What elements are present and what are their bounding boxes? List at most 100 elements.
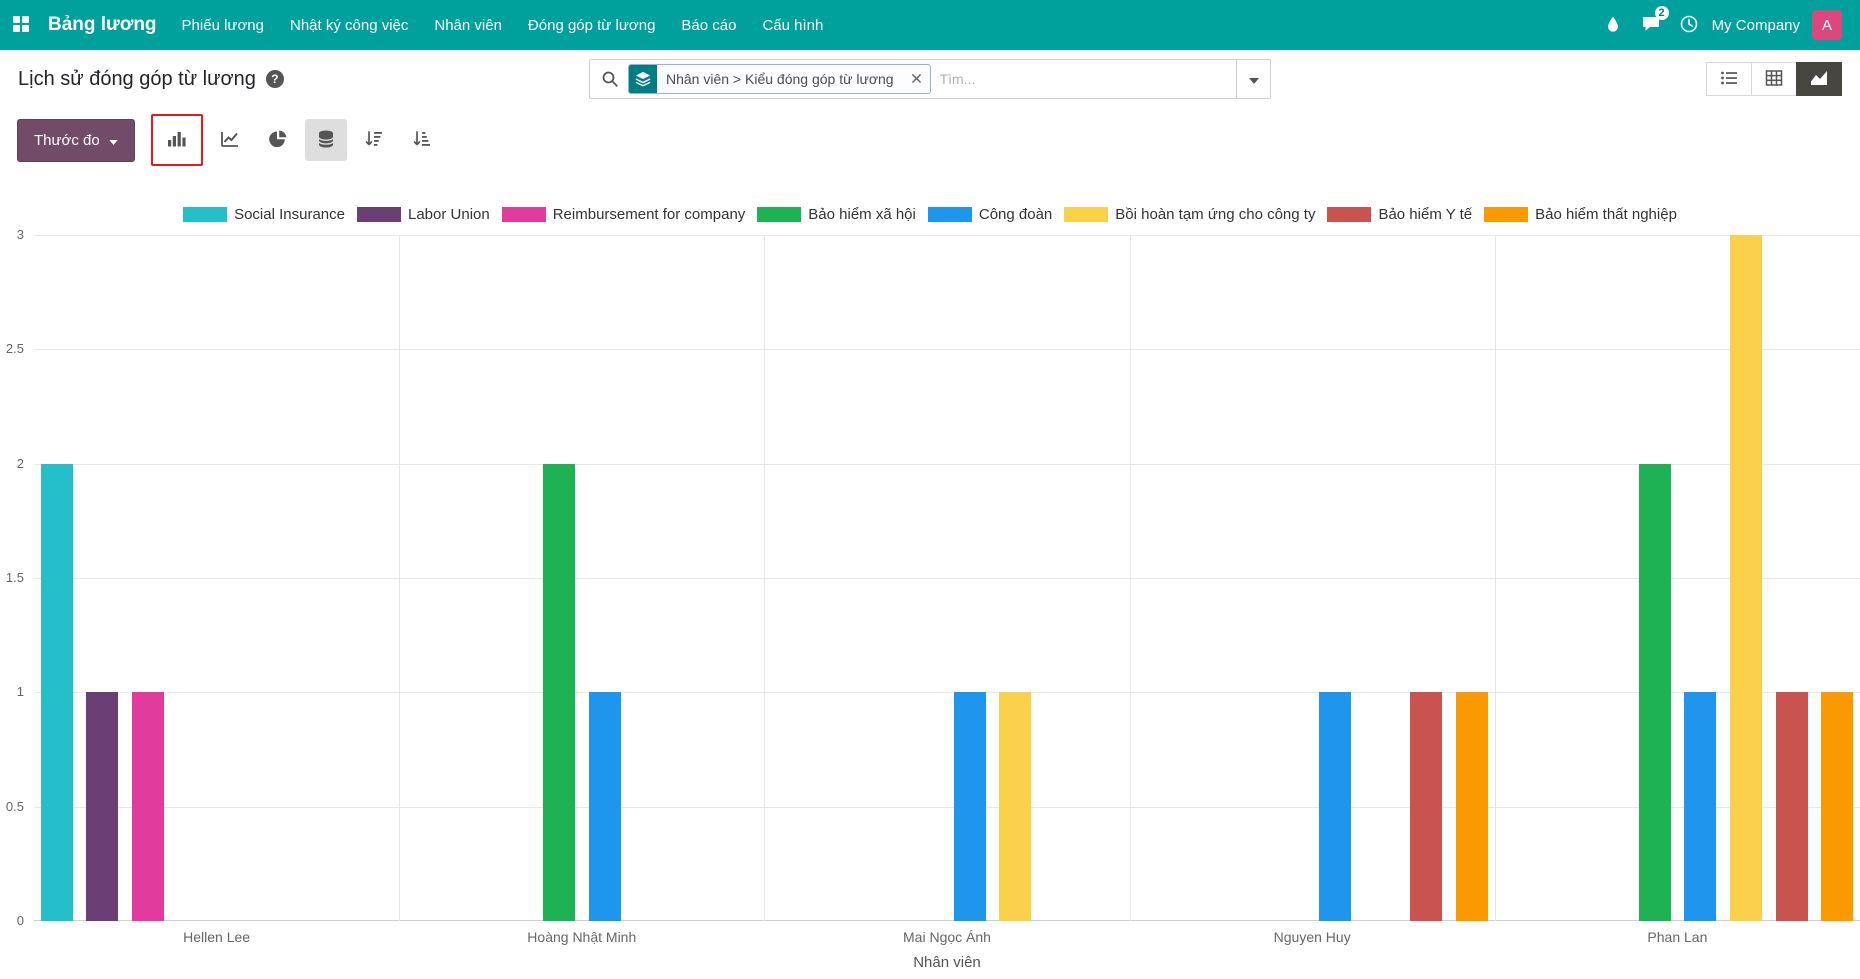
search-icon <box>590 70 628 88</box>
gridline-vertical <box>399 235 400 921</box>
bar-chart-icon <box>167 129 187 152</box>
facet-label: Nhân viên > Kiểu đóng góp từ lương <box>657 65 903 93</box>
legend-swatch <box>757 207 801 222</box>
top-navbar: Bảng lương Phiếu lươngNhật ký công việcN… <box>0 0 1860 50</box>
help-icon[interactable]: ? <box>266 70 284 88</box>
y-tick-label: 2.5 <box>6 341 24 356</box>
legend-item-bảo-hiểm-xã-hội[interactable]: Bảo hiểm xã hội <box>757 206 916 223</box>
legend-item-labor-union[interactable]: Labor Union <box>357 206 490 223</box>
bar-bảo-hiểm-xã-hội-hoàng-nhật-minh[interactable] <box>543 464 575 921</box>
gridline-horizontal <box>34 920 1860 921</box>
bar-công-đoàn-nguyen-huy[interactable] <box>1319 692 1351 921</box>
legend-item-bảo-hiểm-thất-nghiệp[interactable]: Bảo hiểm thất nghiệp <box>1484 206 1677 223</box>
messages-button[interactable]: 2 <box>1632 0 1670 50</box>
bar-labor-union-hellen-lee[interactable] <box>86 692 118 921</box>
graph-toolbar: Thước đo <box>0 108 1860 178</box>
menu-item-báo-cáo[interactable]: Báo cáo <box>668 0 749 50</box>
bar-bảo-hiểm-thất-nghiệp-phan-lan[interactable] <box>1821 692 1853 921</box>
view-switcher <box>1707 62 1842 96</box>
caret-down-icon <box>109 132 118 149</box>
user-avatar[interactable]: A <box>1812 10 1842 40</box>
measures-button-label: Thước đo <box>34 132 100 149</box>
y-tick-label: 1 <box>17 684 24 699</box>
menu-item-đóng-góp-từ-lương[interactable]: Đóng góp từ lương <box>515 0 669 50</box>
pie-chart-icon <box>268 129 288 152</box>
bar-bồi-hoàn-tạm-ứng-cho-công-ty-phan-lan[interactable] <box>1730 235 1762 921</box>
bar-reimbursement-for-company-hellen-lee[interactable] <box>132 692 164 921</box>
droplet-icon <box>1604 14 1622 37</box>
facet-remove-button[interactable] <box>903 65 930 93</box>
page-title: Lịch sử đóng góp từ lương <box>18 68 256 91</box>
bar-công-đoàn-phan-lan[interactable] <box>1684 692 1716 921</box>
legend-swatch <box>1484 207 1528 222</box>
x-category-label: Nguyen Huy <box>1130 929 1495 945</box>
caret-down-icon <box>1249 72 1259 87</box>
close-icon <box>911 72 922 87</box>
search-input[interactable] <box>940 71 1236 87</box>
plot-outer: 00.511.522.53 Hellen LeeHoàng Nhật MinhM… <box>0 235 1860 971</box>
y-tick-label: 3 <box>17 227 24 242</box>
bar-bảo-hiểm-y-tế-phan-lan[interactable] <box>1776 692 1808 921</box>
app-name[interactable]: Bảng lương <box>48 14 157 36</box>
search-bar: Nhân viên > Kiểu đóng góp từ lương <box>589 59 1271 99</box>
y-axis: 00.511.522.53 <box>0 235 26 921</box>
nav-menu: Phiếu lươngNhật ký công việcNhân viênĐón… <box>169 0 837 50</box>
bar-công-đoàn-hoàng-nhật-minh[interactable] <box>589 692 621 921</box>
menu-item-phiếu-lương[interactable]: Phiếu lương <box>169 0 277 50</box>
legend-label: Social Insurance <box>234 206 345 223</box>
pivot-view-icon <box>1764 68 1784 91</box>
gridline-vertical <box>1495 235 1496 921</box>
pivot-view-button[interactable] <box>1751 62 1797 96</box>
bar-bảo-hiểm-xã-hội-phan-lan[interactable] <box>1639 464 1671 921</box>
activities-button[interactable] <box>1670 0 1708 50</box>
legend-swatch <box>357 207 401 222</box>
legend-label: Bảo hiểm xã hội <box>808 206 916 223</box>
x-category-label: Hellen Lee <box>34 929 399 945</box>
bar-chart-button[interactable] <box>156 119 198 161</box>
sort-asc-button[interactable] <box>401 119 443 161</box>
search-facet: Nhân viên > Kiểu đóng góp từ lương <box>628 64 931 94</box>
bar-social-insurance-hellen-lee[interactable] <box>41 464 73 921</box>
sort-desc-button[interactable] <box>353 119 395 161</box>
annotation-highlight <box>151 114 203 166</box>
line-chart-button[interactable] <box>209 119 251 161</box>
y-tick-label: 0.5 <box>6 799 24 814</box>
legend-item-công-đoàn[interactable]: Công đoàn <box>928 206 1052 223</box>
company-name[interactable]: My Company <box>1712 17 1800 34</box>
gridline-horizontal <box>34 464 1860 465</box>
gridline-horizontal <box>34 692 1860 693</box>
graph-view-button[interactable] <box>1796 62 1842 96</box>
y-tick-label: 1.5 <box>6 570 24 585</box>
legend-swatch <box>502 207 546 222</box>
menu-item-nhân-viên[interactable]: Nhân viên <box>421 0 515 50</box>
gridline-vertical <box>764 235 765 921</box>
bar-bảo-hiểm-y-tế-nguyen-huy[interactable] <box>1410 692 1442 921</box>
bar-bồi-hoàn-tạm-ứng-cho-công-ty-mai-ngọc-ánh[interactable] <box>999 692 1031 921</box>
x-axis-labels: Hellen LeeHoàng Nhật MinhMai Ngọc ÁnhNgu… <box>34 929 1860 949</box>
apps-grid-icon <box>12 15 30 36</box>
measures-button[interactable]: Thước đo <box>17 119 135 162</box>
y-tick-label: 0 <box>17 913 24 928</box>
legend-item-social-insurance[interactable]: Social Insurance <box>183 206 345 223</box>
stacked-button[interactable] <box>305 119 347 161</box>
legend-item-bồi-hoàn-tạm-ứng-cho-công-ty[interactable]: Bồi hoàn tạm ứng cho công ty <box>1064 206 1315 223</box>
list-view-button[interactable] <box>1706 62 1752 96</box>
legend-label: Bảo hiểm Y tế <box>1378 206 1472 223</box>
line-chart-icon <box>220 129 240 152</box>
stacked-database-icon <box>316 129 336 152</box>
sort-desc-icon <box>364 129 384 152</box>
pie-chart-button[interactable] <box>257 119 299 161</box>
menu-item-nhật-ký-công-việc[interactable]: Nhật ký công việc <box>277 0 421 50</box>
droplet-icon-button[interactable] <box>1594 0 1632 50</box>
apps-menu-button[interactable] <box>0 0 42 50</box>
legend-item-bảo-hiểm-y-tế[interactable]: Bảo hiểm Y tế <box>1327 206 1472 223</box>
search-options-toggle[interactable] <box>1236 60 1270 98</box>
message-count-badge: 2 <box>1655 6 1669 20</box>
gridline-horizontal <box>34 578 1860 579</box>
bar-công-đoàn-mai-ngọc-ánh[interactable] <box>954 692 986 921</box>
legend-item-reimbursement-for-company[interactable]: Reimbursement for company <box>502 206 746 223</box>
legend-swatch <box>1327 207 1371 222</box>
chart-type-buttons <box>151 114 443 166</box>
menu-item-cấu-hình[interactable]: Cấu hình <box>749 0 836 50</box>
bar-bảo-hiểm-thất-nghiệp-nguyen-huy[interactable] <box>1456 692 1488 921</box>
